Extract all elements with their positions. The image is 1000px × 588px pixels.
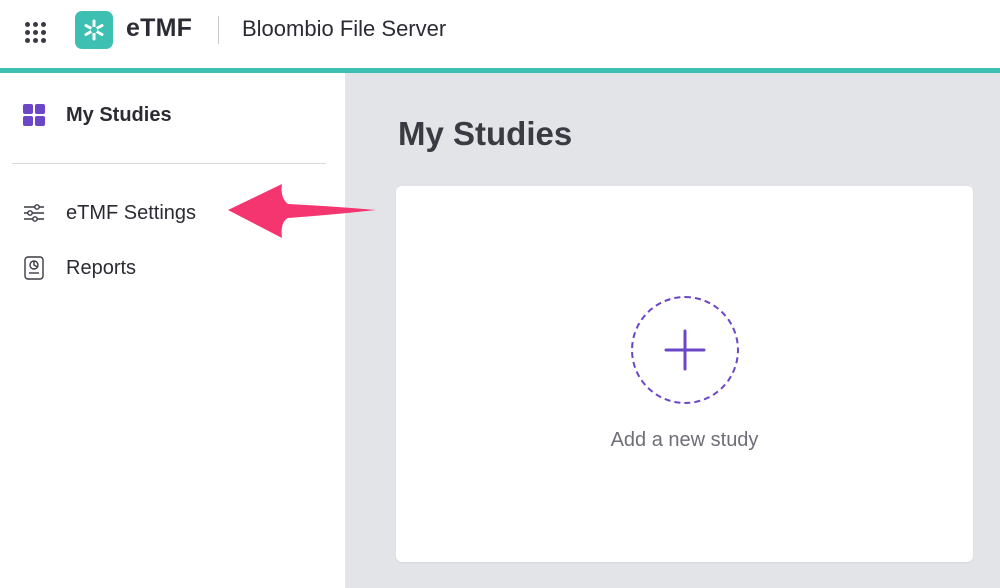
app-root: eTMF Bloombio File Server My Studies eTM… <box>0 0 1000 588</box>
brand-name: eTMF <box>126 14 193 42</box>
add-study-button[interactable] <box>631 296 739 404</box>
header-divider <box>218 16 219 44</box>
sidebar-item-label: eTMF Settings <box>66 201 197 224</box>
report-icon <box>22 256 46 280</box>
server-name: Bloombio File Server <box>242 16 447 41</box>
sidebar-item-reports[interactable]: Reports <box>0 246 345 290</box>
sidebar-item-label: Reports <box>66 256 137 279</box>
etmf-logo-icon <box>75 11 113 49</box>
sidebar-item-my-studies[interactable]: My Studies <box>0 93 345 137</box>
add-study-card[interactable]: Add a new study <box>396 186 973 562</box>
grid-icon <box>22 103 46 127</box>
sidebar: My Studies eTMF Settings Reports <box>0 73 345 588</box>
app-launcher-icon[interactable] <box>22 19 48 45</box>
sliders-icon <box>22 201 46 225</box>
sidebar-item-label: My Studies <box>66 103 172 126</box>
main-content: My Studies Add a new study <box>345 73 1000 588</box>
top-bar: eTMF Bloombio File Server <box>0 0 1000 68</box>
plus-icon <box>664 329 706 371</box>
page-title: My Studies <box>398 115 573 152</box>
add-study-label[interactable]: Add a new study <box>396 429 973 452</box>
sidebar-item-etmf-settings[interactable]: eTMF Settings <box>0 191 345 235</box>
sidebar-divider <box>12 163 326 164</box>
